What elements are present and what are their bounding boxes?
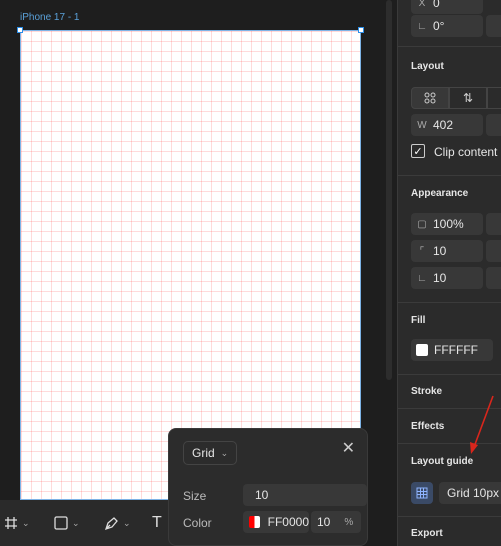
export-section-title[interactable]: Export (411, 528, 443, 539)
pen-tool[interactable]: ⌄ (104, 514, 131, 532)
appearance-section-title: Appearance (411, 188, 469, 199)
clip-content-checkbox[interactable]: ✓ (411, 144, 425, 158)
size-label: Size (183, 489, 207, 503)
rotation-field[interactable]: ∟ 0° (411, 15, 483, 37)
opacity-value: 100% (433, 217, 464, 231)
rectangle-icon (54, 516, 68, 530)
rotation-value: 0° (433, 19, 445, 33)
chevron-down-icon: ⌄ (123, 517, 131, 528)
width-value: 402 (433, 118, 454, 132)
layout-guide-label: Grid 10px (447, 486, 500, 500)
divider (398, 302, 501, 303)
color-swatch[interactable] (249, 516, 260, 528)
pen-icon (104, 516, 118, 530)
opacity-icon: ▢ (417, 218, 427, 230)
corner-radius-icon: ⌜ (419, 245, 425, 257)
corner-radius-field[interactable]: ⌜ 10 (411, 240, 483, 262)
width-field[interactable]: W 402 (411, 114, 483, 136)
layout-section-title: Layout (411, 61, 444, 72)
stroke-section-title[interactable]: Stroke (411, 386, 442, 397)
canvas-scrollbar[interactable] (386, 0, 392, 380)
layout-guide-section-title: Layout guide (411, 456, 474, 467)
divider (398, 516, 501, 517)
blend-mode-field[interactable] (486, 213, 501, 235)
divider (398, 374, 501, 375)
divider (398, 46, 501, 47)
grid-type-select[interactable]: Grid ⌄ (183, 441, 238, 465)
color-hex: FF0000 (267, 515, 309, 529)
width-label: W (417, 119, 427, 131)
effects-section-title[interactable]: Effects (411, 421, 444, 432)
rotation-icon: ∟ (417, 20, 427, 32)
opacity-field[interactable]: ▢ 100% (411, 213, 483, 235)
rotation-extra-field[interactable] (486, 15, 501, 37)
chevron-down-icon: ⌄ (72, 517, 80, 528)
size-input[interactable]: 10 (243, 484, 367, 506)
text-icon: T (152, 514, 162, 531)
corner-radius-field-2[interactable] (486, 240, 501, 262)
size-value: 10 (255, 488, 269, 502)
resize-handle-top-left[interactable] (17, 27, 23, 33)
color-input[interactable]: FF0000 (243, 511, 309, 533)
text-tool[interactable]: T (152, 514, 162, 532)
vertical-layout-button[interactable]: ⇅ (449, 87, 487, 109)
x-position-field[interactable]: X 0 (411, 0, 483, 14)
opacity-value: 10 (317, 515, 331, 529)
corner-radius-value: 10 (433, 244, 447, 258)
grid-settings-popup: Grid ⌄ ✕ Size 10 Color FF0000 10 % (168, 428, 368, 546)
fill-hex: FFFFFF (434, 343, 478, 357)
grid-icon (416, 487, 428, 499)
horizontal-layout-button[interactable] (487, 87, 501, 109)
clip-content-label: Clip content (434, 145, 498, 159)
fill-color-field[interactable]: FFFFFF (411, 339, 493, 361)
frame-tool[interactable]: ⌄ (4, 514, 30, 532)
grid-type-label: Grid (192, 446, 215, 460)
properties-panel: X 0 ∟ 0° Layout ⇅ W 402 ✓ Clip content A… (397, 0, 501, 546)
fill-swatch[interactable] (416, 344, 428, 356)
chevron-down-icon: ⌄ (220, 447, 229, 458)
height-field[interactable] (486, 114, 501, 136)
frame-icon (5, 517, 17, 529)
resize-handle-top-right[interactable] (358, 27, 364, 33)
frame-label[interactable]: iPhone 17 - 1 (20, 12, 80, 23)
corner-radius-bottom-icon: ∟ (417, 272, 427, 284)
divider (398, 443, 501, 444)
x-label: X (418, 0, 426, 9)
opacity-input[interactable]: 10 % (311, 511, 361, 533)
opacity-unit: % (344, 516, 354, 528)
free-layout-button[interactable] (411, 87, 449, 109)
close-icon[interactable]: ✕ (342, 441, 355, 457)
layout-guide-item[interactable]: Grid 10px (439, 482, 501, 504)
corner-radius-bottom-field[interactable]: ∟ 10 (411, 267, 483, 289)
corner-radius-bottom-field-2[interactable] (486, 267, 501, 289)
x-value: 0 (433, 0, 440, 10)
rectangle-tool[interactable]: ⌄ (54, 514, 80, 532)
corner-radius-bottom-value: 10 (433, 271, 447, 285)
divider (398, 175, 501, 176)
chevron-down-icon: ⌄ (22, 517, 30, 528)
fill-section-title: Fill (411, 315, 426, 326)
vertical-layout-icon: ⇅ (462, 91, 474, 105)
free-layout-icon (424, 92, 436, 104)
layout-mode-segmented: ⇅ (411, 87, 501, 109)
divider (398, 408, 501, 409)
color-label: Color (183, 516, 212, 530)
grid-guide-icon[interactable] (411, 482, 433, 504)
